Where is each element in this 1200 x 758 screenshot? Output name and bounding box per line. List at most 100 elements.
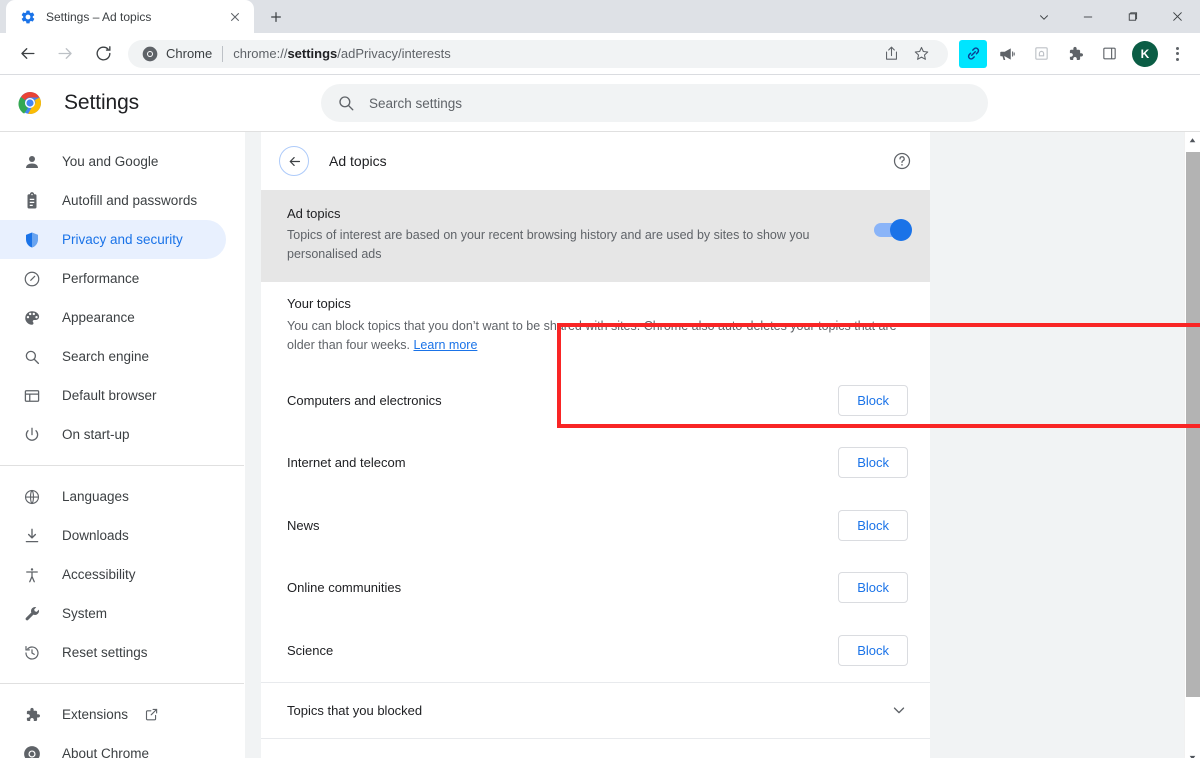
sidebar-item-reset-settings[interactable]: Reset settings xyxy=(0,633,226,672)
ad-topics-setting-row[interactable]: Ad topics Topics of interest are based o… xyxy=(261,190,930,282)
close-icon[interactable] xyxy=(1155,0,1200,33)
block-button[interactable]: Block xyxy=(838,572,908,603)
ad-topics-card: Ad topics Ad topics Topics of interest a… xyxy=(261,132,930,758)
new-tab-button[interactable] xyxy=(262,3,290,31)
browser-toolbar: Chrome chrome://settings/adPrivacy/inter… xyxy=(0,33,1200,75)
table-row: Computers and electronics Block xyxy=(261,369,930,432)
download-icon xyxy=(22,526,42,546)
star-icon[interactable] xyxy=(908,41,934,67)
sidebar-item-default-browser[interactable]: Default browser xyxy=(0,376,226,415)
speedometer-icon xyxy=(22,269,42,289)
search-icon xyxy=(337,94,355,112)
block-button[interactable]: Block xyxy=(838,385,908,416)
chrome-logo-icon xyxy=(18,91,42,115)
sidebar-item-label: Accessibility xyxy=(62,567,136,582)
table-row: News Block xyxy=(261,494,930,557)
sidebar-item-performance[interactable]: Performance xyxy=(0,259,226,298)
block-button[interactable]: Block xyxy=(838,447,908,478)
topic-name: Computers and electronics xyxy=(287,393,838,408)
megaphone-icon[interactable] xyxy=(993,40,1021,68)
side-panel-icon[interactable] xyxy=(1095,40,1123,68)
sidebar-item-you-and-google[interactable]: You and Google xyxy=(0,142,226,181)
sidebar-item-search-engine[interactable]: Search engine xyxy=(0,337,226,376)
scrollbar-track[interactable] xyxy=(1185,148,1200,749)
sidebar-item-label: Reset settings xyxy=(62,645,148,660)
sidebar-item-label: Extensions xyxy=(62,707,128,722)
sidebar-item-autofill-and-passwords[interactable]: Autofill and passwords xyxy=(0,181,226,220)
scroll-up-arrow-icon[interactable] xyxy=(1185,132,1200,148)
puzzle-extensions-icon[interactable] xyxy=(1061,40,1089,68)
learn-more-link[interactable]: Learn more xyxy=(413,338,477,352)
table-row: Online communities Block xyxy=(261,557,930,620)
your-topics-section: Your topics You can block topics that yo… xyxy=(261,282,930,357)
table-row: Internet and telecom Block xyxy=(261,432,930,495)
block-button[interactable]: Block xyxy=(838,510,908,541)
your-topics-description: You can block topics that you don’t want… xyxy=(287,317,908,355)
sidebar-item-label: Privacy and security xyxy=(62,232,183,247)
browser-window-icon xyxy=(22,386,42,406)
ad-topics-toggle[interactable] xyxy=(874,223,908,237)
sidebar-item-appearance[interactable]: Appearance xyxy=(0,298,226,337)
footer-note: As you browse, whether an ad that you se… xyxy=(261,739,930,758)
omnibox-actions xyxy=(874,41,934,67)
back-arrow-icon[interactable] xyxy=(279,146,309,176)
sidebar-item-system[interactable]: System xyxy=(0,594,226,633)
tab-strip: Settings – Ad topics xyxy=(0,0,1200,33)
sidebar-item-downloads[interactable]: Downloads xyxy=(0,516,226,555)
chevron-down-icon[interactable] xyxy=(890,701,908,719)
browser-tab[interactable]: Settings – Ad topics xyxy=(6,0,254,33)
forward-arrow-icon[interactable] xyxy=(50,39,80,69)
sidebar-item-extensions[interactable]: Extensions xyxy=(0,695,226,734)
avatar[interactable]: K xyxy=(1132,41,1158,67)
ad-topics-title: Ad topics xyxy=(287,206,854,221)
maximize-icon[interactable] xyxy=(1110,0,1155,33)
three-dot-menu-icon[interactable] xyxy=(1164,40,1190,68)
magnifier-icon xyxy=(22,347,42,367)
tab-close-icon[interactable] xyxy=(226,8,244,26)
settings-header: Settings xyxy=(0,75,1200,131)
sidebar-divider xyxy=(0,465,245,466)
reload-icon[interactable] xyxy=(88,39,118,69)
ad-topics-description: Topics of interest are based on your rec… xyxy=(287,226,827,264)
sidebar-item-languages[interactable]: Languages xyxy=(0,477,226,516)
help-circle-icon[interactable] xyxy=(892,151,912,171)
blocked-topics-label: Topics that you blocked xyxy=(287,703,890,718)
link-extension-icon[interactable] xyxy=(959,40,987,68)
sidebar-item-on-start-up[interactable]: On start-up xyxy=(0,415,226,454)
back-arrow-icon[interactable] xyxy=(12,39,42,69)
topic-name: Online communities xyxy=(287,580,838,595)
share-icon[interactable] xyxy=(878,41,904,67)
your-topics-title: Your topics xyxy=(287,296,908,311)
sidebar-item-privacy-and-security[interactable]: Privacy and security xyxy=(0,220,226,259)
sidebar-item-about-chrome[interactable]: About Chrome xyxy=(0,734,226,758)
block-button[interactable]: Block xyxy=(838,635,908,666)
omnibox-chrome-label: Chrome xyxy=(166,46,212,61)
search-input[interactable] xyxy=(369,84,972,122)
tab-search-icon[interactable] xyxy=(1023,0,1065,33)
address-bar[interactable]: Chrome chrome://settings/adPrivacy/inter… xyxy=(128,40,948,68)
sidebar-item-label: About Chrome xyxy=(62,746,149,758)
vertical-scrollbar[interactable] xyxy=(1184,132,1200,758)
sidebar-item-label: Default browser xyxy=(62,388,157,403)
minimize-icon[interactable] xyxy=(1065,0,1110,33)
scrollbar-thumb[interactable] xyxy=(1186,152,1200,697)
page-title: Settings xyxy=(64,91,139,115)
palette-icon xyxy=(22,308,42,328)
accessibility-icon xyxy=(22,565,42,585)
scroll-down-arrow-icon[interactable] xyxy=(1185,749,1200,758)
topic-name: Science xyxy=(287,643,838,658)
blocked-topics-expander[interactable]: Topics that you blocked xyxy=(261,683,930,738)
sidebar-divider xyxy=(0,683,245,684)
sidebar-item-label: Search engine xyxy=(62,349,149,364)
chrome-logo-icon xyxy=(142,46,158,62)
sidebar-item-label: Appearance xyxy=(62,310,135,325)
sidebar-item-label: On start-up xyxy=(62,427,130,442)
shield-icon xyxy=(22,230,42,250)
globe-icon xyxy=(22,487,42,507)
search-settings-box[interactable] xyxy=(321,84,988,122)
sidebar-item-accessibility[interactable]: Accessibility xyxy=(0,555,226,594)
toggle-knob xyxy=(890,219,912,241)
settings-gear-icon xyxy=(20,9,36,25)
notification-icon[interactable] xyxy=(1027,40,1055,68)
table-row: Science Block xyxy=(261,619,930,682)
